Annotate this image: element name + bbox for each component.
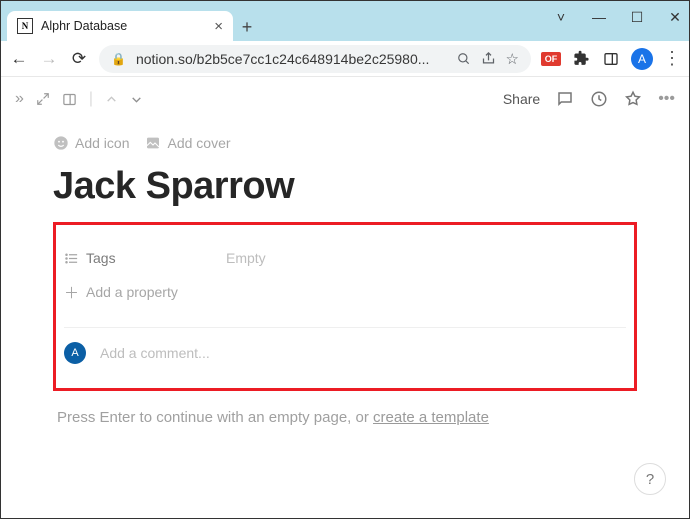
open-full-icon[interactable] <box>36 92 50 106</box>
minimize-icon[interactable]: ― <box>589 9 609 26</box>
back-icon[interactable]: ← <box>9 49 29 69</box>
url-text: notion.so/b2b5ce7cc1c24c648914be2c25980.… <box>136 51 447 67</box>
create-template-link[interactable]: create a template <box>373 409 489 426</box>
user-avatar-small: A <box>64 342 86 364</box>
add-property-button[interactable]: ＋ Add a property <box>64 275 626 309</box>
property-value[interactable]: Empty <box>226 250 266 266</box>
emoji-icon <box>53 135 69 151</box>
share-button[interactable]: Share <box>503 91 540 107</box>
prev-page-icon[interactable] <box>105 93 118 106</box>
page-menu-icon[interactable]: ••• <box>658 90 675 108</box>
topbar-divider: | <box>89 90 93 108</box>
address-bar[interactable]: 🔒 notion.so/b2b5ce7cc1c24c648914be2c2598… <box>99 45 531 73</box>
profile-avatar[interactable]: A <box>631 48 653 70</box>
help-button[interactable]: ? <box>634 463 666 495</box>
reload-icon[interactable]: ⟳ <box>69 49 89 69</box>
notion-favicon: N <box>17 18 33 34</box>
empty-page-hint: Press Enter to continue with an empty pa… <box>53 409 637 426</box>
browser-tabstrip: N Alphr Database × + ˅ ― ☐ ✕ <box>1 11 689 41</box>
page-title[interactable]: Jack Sparrow <box>53 165 637 208</box>
chevron-down-icon[interactable]: ˅ <box>551 9 571 26</box>
comments-icon[interactable] <box>556 90 574 108</box>
close-tab-icon[interactable]: × <box>214 18 223 35</box>
comment-placeholder: Add a comment... <box>100 345 210 361</box>
plus-icon: ＋ <box>64 282 86 303</box>
tab-title: Alphr Database <box>41 19 206 33</box>
close-window-icon[interactable]: ✕ <box>665 9 685 26</box>
expand-sidebar-icon[interactable]: » <box>15 90 24 108</box>
page-body: Add icon Add cover Jack Sparrow Tags Emp… <box>1 127 689 426</box>
add-property-label: Add a property <box>86 284 226 300</box>
browser-toolbar: ← → ⟳ 🔒 notion.so/b2b5ce7cc1c24c648914be… <box>1 41 689 77</box>
extension-of-icon[interactable]: OF <box>541 52 561 66</box>
extensions-puzzle-icon[interactable] <box>571 49 591 69</box>
add-icon-label: Add icon <box>75 135 129 151</box>
add-cover-label: Add cover <box>167 135 230 151</box>
maximize-icon[interactable]: ☐ <box>627 9 647 26</box>
peek-mode-icon[interactable] <box>62 92 77 107</box>
hint-text: Press Enter to continue with an empty pa… <box>57 409 373 426</box>
add-cover-button[interactable]: Add cover <box>145 135 230 151</box>
browser-menu-icon[interactable]: ⋮ <box>663 48 681 69</box>
favorite-star-icon[interactable] <box>624 90 642 108</box>
section-divider <box>64 327 626 328</box>
browser-tab[interactable]: N Alphr Database × <box>7 11 233 41</box>
search-address-icon[interactable] <box>457 52 471 66</box>
highlight-annotation: Tags Empty ＋ Add a property A Add a comm… <box>53 222 637 391</box>
add-icon-button[interactable]: Add icon <box>53 135 129 151</box>
bookmark-star-icon[interactable]: ☆ <box>506 50 519 68</box>
share-page-icon[interactable] <box>481 51 496 66</box>
notion-topbar: » | Share ••• <box>1 77 689 121</box>
multiselect-icon <box>64 251 86 266</box>
lock-icon: 🔒 <box>111 52 126 66</box>
side-panel-icon[interactable] <box>601 49 621 69</box>
image-icon <box>145 135 161 151</box>
comment-input-row[interactable]: A Add a comment... <box>64 342 626 364</box>
property-row-tags[interactable]: Tags Empty <box>64 241 626 275</box>
forward-icon[interactable]: → <box>39 49 59 69</box>
next-page-icon[interactable] <box>130 93 143 106</box>
window-controls: ˅ ― ☐ ✕ <box>551 9 685 26</box>
updates-clock-icon[interactable] <box>590 90 608 108</box>
new-tab-button[interactable]: + <box>233 13 261 41</box>
property-name: Tags <box>86 250 226 266</box>
